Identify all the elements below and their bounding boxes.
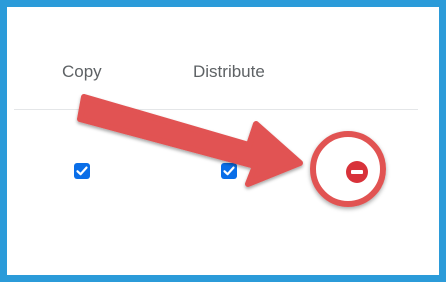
screenshot-frame: Copy Distribute: [0, 0, 446, 282]
remove-button[interactable]: [346, 161, 368, 183]
copy-checkbox[interactable]: [74, 163, 90, 179]
checkmark-icon: [223, 166, 235, 176]
table-header-row: Copy Distribute: [14, 14, 418, 110]
minus-circle-icon: [351, 170, 363, 174]
column-header-copy: Copy: [62, 62, 102, 81]
column-header-distribute: Distribute: [193, 62, 265, 81]
distribute-checkbox[interactable]: [221, 163, 237, 179]
checkmark-icon: [76, 166, 88, 176]
